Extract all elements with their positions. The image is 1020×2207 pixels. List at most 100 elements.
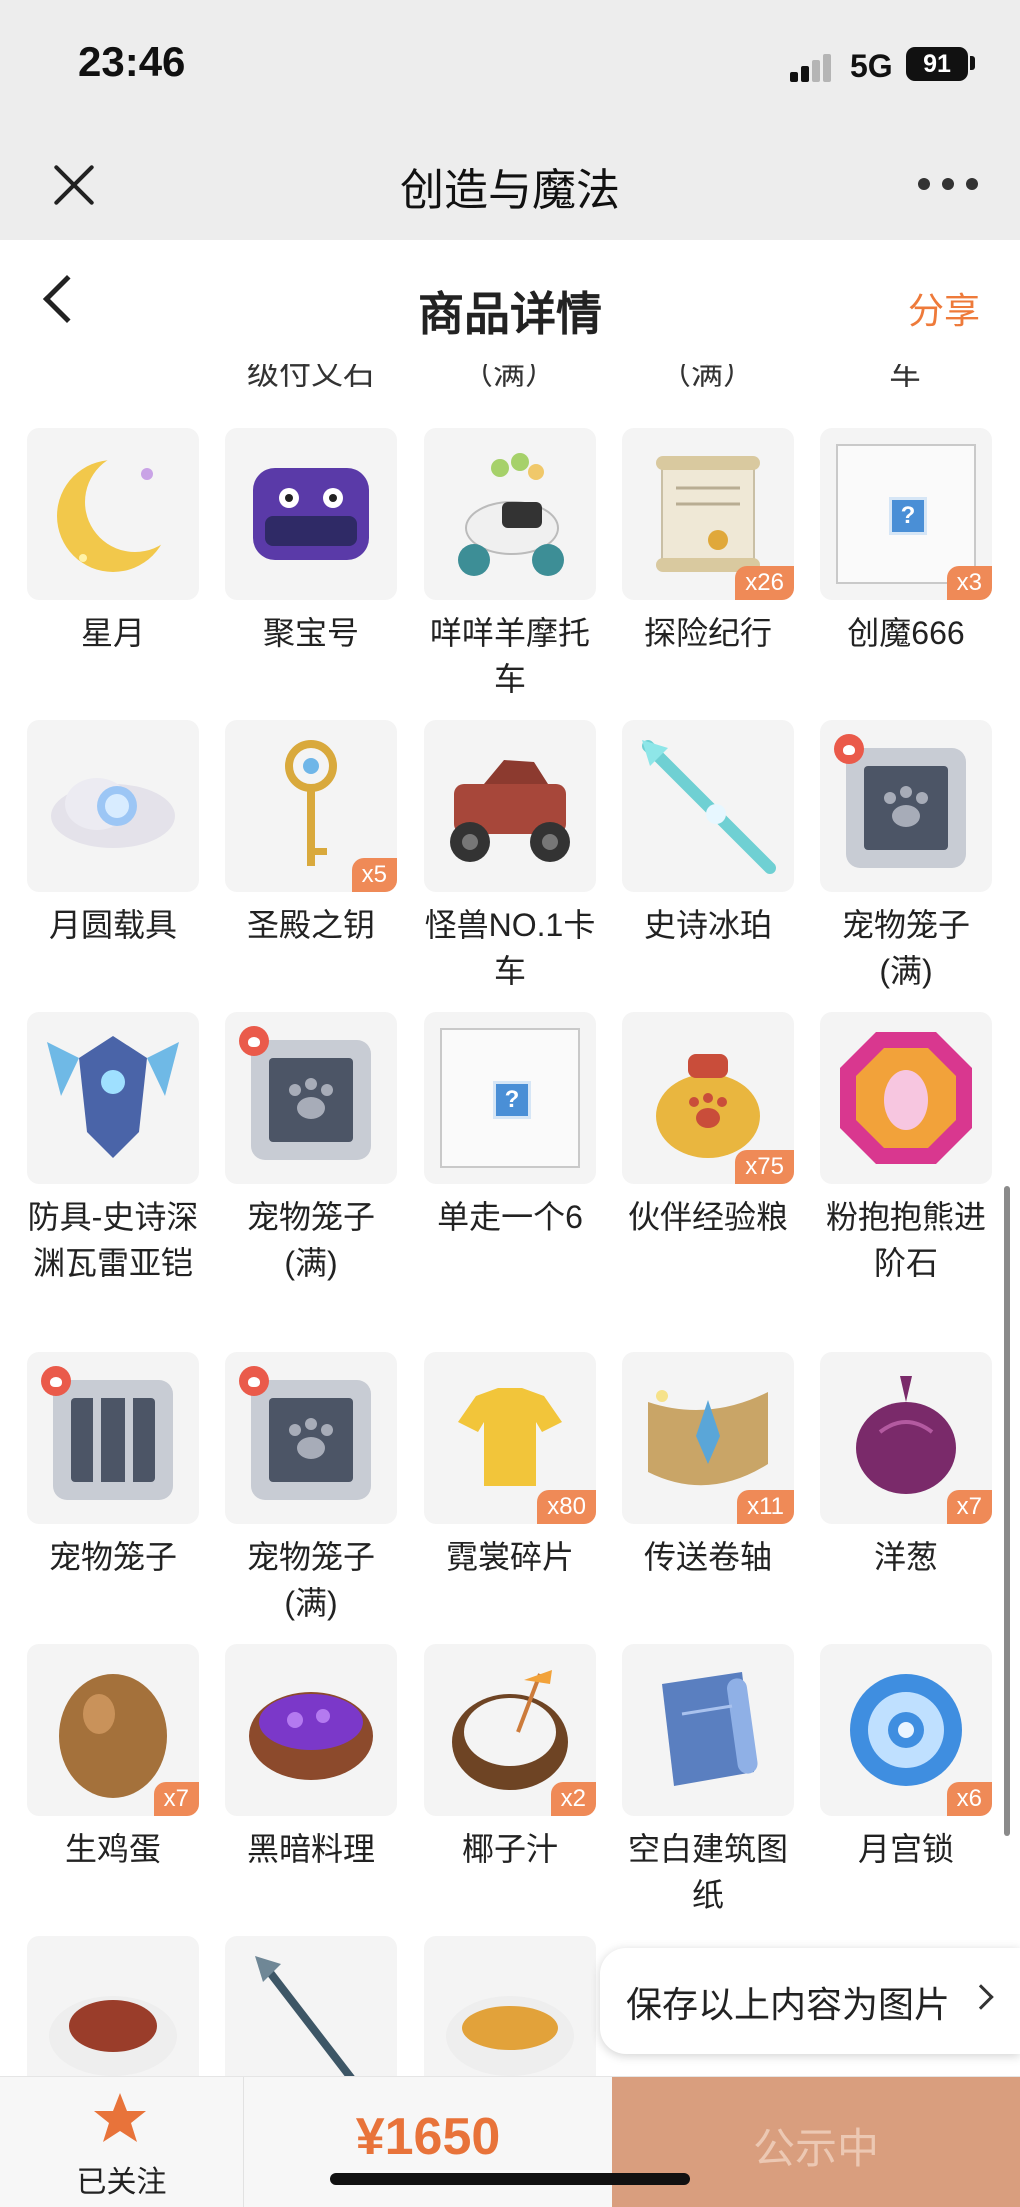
item-name: 怪兽NO.1卡车 bbox=[424, 907, 596, 989]
item-name: 咩咩羊摩托车 bbox=[429, 615, 590, 697]
item-card[interactable]: x6 月宫锁 bbox=[820, 1644, 992, 1872]
item-name: 霓裳碎片 bbox=[445, 1539, 574, 1575]
more-icon[interactable] bbox=[918, 178, 978, 192]
item-card[interactable]: 星月 bbox=[27, 428, 199, 656]
item-thumb bbox=[27, 720, 199, 892]
qty-badge: x7 bbox=[153, 1782, 199, 1816]
item-thumb bbox=[622, 1644, 794, 1816]
item-card[interactable]: x2 椰子汁 bbox=[424, 1644, 596, 1872]
item-thumb bbox=[820, 720, 992, 892]
gem-stone-icon bbox=[840, 1032, 972, 1164]
item-card[interactable]: ? x3 创魔666 bbox=[820, 428, 992, 656]
item-thumb: x7 bbox=[820, 1352, 992, 1524]
home-indicator bbox=[330, 2173, 690, 2185]
item-thumb bbox=[225, 1644, 397, 1816]
qty-badge: x11 bbox=[737, 1490, 794, 1524]
item-name: 探险纪行 bbox=[643, 615, 772, 651]
moon-cloud-icon bbox=[51, 778, 175, 848]
dark-dish-icon bbox=[249, 1692, 373, 1780]
item-name: 粉抱抱熊进阶石 bbox=[825, 1199, 986, 1281]
purple-mount-icon bbox=[253, 468, 369, 560]
item-thumb: ? bbox=[424, 1012, 596, 1184]
item-card[interactable]: 怪兽NO.1卡车 bbox=[424, 720, 596, 994]
item-card[interactable]: x7 生鸡蛋 bbox=[27, 1644, 199, 1872]
star-icon bbox=[94, 2093, 146, 2142]
item-thumb: x26 bbox=[622, 428, 794, 600]
page-title: 商品详情 bbox=[418, 288, 602, 340]
item-name: 聚宝号 bbox=[262, 615, 359, 651]
item-name: 宠物笼子(满) bbox=[246, 1539, 375, 1621]
status-bar: 23:46 5G 91 bbox=[0, 0, 1020, 128]
item-card[interactable]: 咩咩羊摩托车 bbox=[424, 428, 596, 702]
item-card[interactable]: x5 圣殿之钥 bbox=[225, 720, 397, 948]
sheep-motorbike-icon bbox=[458, 453, 564, 576]
battery-tip bbox=[970, 56, 975, 70]
item-name: 圣殿之钥 bbox=[246, 907, 375, 943]
item-card[interactable]: 宠物笼子(满) bbox=[225, 1012, 397, 1286]
cut-label: （满） bbox=[658, 364, 755, 391]
item-name: 单走一个6 bbox=[437, 1199, 583, 1235]
item-card[interactable]: x11 传送卷轴 bbox=[622, 1352, 794, 1580]
item-name: 创魔666 bbox=[847, 615, 965, 651]
item-card[interactable]: x75 伙伴经验粮 bbox=[622, 1012, 794, 1240]
item-name: 月圆载具 bbox=[48, 907, 177, 943]
item-name: 宠物笼子(满) bbox=[246, 1199, 375, 1281]
item-card[interactable]: 黑暗料理 bbox=[225, 1644, 397, 1872]
item-thumb bbox=[27, 1352, 199, 1524]
item-card[interactable]: 防具-史诗深渊瓦雷亚铠 bbox=[27, 1012, 199, 1286]
item-card[interactable]: 粉抱抱熊进阶石 bbox=[820, 1012, 992, 1286]
network-type: 5G bbox=[850, 48, 893, 84]
item-name: 生鸡蛋 bbox=[64, 1831, 161, 1867]
item-name: 宠物笼子 bbox=[48, 1539, 177, 1575]
battery-icon: 91 bbox=[906, 47, 968, 81]
item-card[interactable]: 宠物笼子(满) bbox=[820, 720, 992, 994]
save-image-button[interactable]: 保存以上内容为图片 bbox=[600, 1948, 1020, 2054]
item-name: 空白建筑图纸 bbox=[627, 1831, 788, 1913]
item-thumb bbox=[622, 720, 794, 892]
buy-button-label: 公示中 bbox=[752, 2125, 879, 2172]
item-name: 宠物笼子(满) bbox=[841, 907, 970, 989]
item-card[interactable]: 宠物笼子(满) bbox=[225, 1352, 397, 1626]
item-card[interactable]: 史诗冰珀 bbox=[622, 720, 794, 948]
item-name: 防具-史诗深渊瓦雷亚铠 bbox=[27, 1199, 199, 1281]
item-thumb: x7 bbox=[27, 1644, 199, 1816]
crescent-moon-icon bbox=[57, 452, 185, 572]
buy-button[interactable]: 公示中 bbox=[612, 2077, 1020, 2207]
pet-badge-icon bbox=[239, 1026, 269, 1056]
app-header: 创造与魔法 bbox=[0, 128, 1020, 240]
item-name: 黑暗料理 bbox=[246, 1831, 375, 1867]
item-thumb bbox=[27, 428, 199, 600]
item-thumb: x80 bbox=[424, 1352, 596, 1524]
price-box: ¥1650 bbox=[245, 2077, 611, 2207]
item-name: 传送卷轴 bbox=[643, 1539, 772, 1575]
item-card[interactable]: 月圆载具 bbox=[27, 720, 199, 948]
app-title: 创造与魔法 bbox=[400, 166, 620, 215]
follow-button[interactable]: 已关注 bbox=[0, 2077, 244, 2207]
item-name: 洋葱 bbox=[873, 1539, 938, 1575]
item-name: 星月 bbox=[80, 615, 145, 651]
follow-label: 已关注 bbox=[76, 2166, 167, 2199]
unknown-item-icon: ? bbox=[836, 444, 976, 584]
item-card[interactable]: ? 单走一个6 bbox=[424, 1012, 596, 1240]
item-name: 伙伴经验粮 bbox=[627, 1199, 788, 1235]
armor-icon bbox=[47, 1036, 179, 1158]
bottom-bar: 已关注 ¥1650 公示中 bbox=[0, 2076, 1020, 2207]
item-name: 月宫锁 bbox=[857, 1831, 954, 1867]
monster-truck-icon bbox=[450, 760, 570, 862]
qty-badge: x7 bbox=[946, 1490, 992, 1524]
share-button[interactable]: 分享 bbox=[908, 282, 980, 334]
item-thumb bbox=[820, 1012, 992, 1184]
item-card[interactable]: 聚宝号 bbox=[225, 428, 397, 656]
scrollbar[interactable] bbox=[1004, 1186, 1010, 1836]
item-thumb bbox=[424, 428, 596, 600]
item-card[interactable]: 空白建筑图纸 bbox=[622, 1644, 794, 1918]
qty-badge: x75 bbox=[735, 1150, 794, 1184]
item-thumb bbox=[225, 1012, 397, 1184]
item-card[interactable]: 宠物笼子 bbox=[27, 1352, 199, 1580]
chevron-right-icon bbox=[968, 1984, 994, 2010]
item-thumb bbox=[27, 1012, 199, 1184]
item-card[interactable]: x7 洋葱 bbox=[820, 1352, 992, 1580]
item-card[interactable]: x26 探险纪行 bbox=[622, 428, 794, 656]
item-card[interactable]: x80 霓裳碎片 bbox=[424, 1352, 596, 1580]
cut-label: 级付又石 bbox=[246, 364, 375, 391]
